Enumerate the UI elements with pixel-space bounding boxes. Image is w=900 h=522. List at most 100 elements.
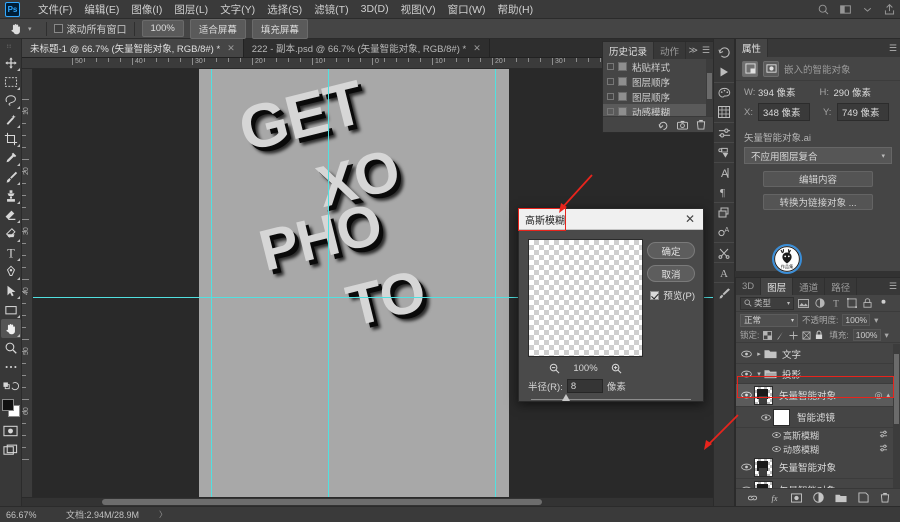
close-icon[interactable]: ✕ bbox=[473, 43, 481, 54]
swatches-icon[interactable] bbox=[714, 102, 734, 122]
tab-paths[interactable]: 路径 bbox=[825, 278, 858, 295]
vertical-ruler[interactable]: 10 20 30 40 50 60 bbox=[22, 69, 33, 506]
tab-channels[interactable]: 通道 bbox=[793, 278, 826, 295]
panel-menu-icon[interactable]: ☰ bbox=[889, 39, 900, 57]
history-item[interactable]: 图层顺序 bbox=[603, 74, 713, 89]
scissors-icon[interactable] bbox=[714, 242, 734, 262]
blending-options-icon[interactable] bbox=[879, 444, 888, 454]
smart-filters-row[interactable]: 智能滤镜 bbox=[736, 407, 893, 428]
layer-group-text[interactable]: ▸ 文字 bbox=[736, 344, 893, 364]
history-item[interactable]: 粘贴样式 bbox=[603, 59, 713, 74]
x-input[interactable]: 348 像素 bbox=[758, 103, 810, 121]
visibility-icon[interactable] bbox=[739, 350, 754, 358]
lock-artboard-icon[interactable] bbox=[802, 330, 811, 340]
blur-preview[interactable] bbox=[528, 239, 643, 357]
convert-to-linked-button[interactable]: 转换为链接对象 ... bbox=[763, 194, 873, 210]
menu-help[interactable]: 帮助(H) bbox=[492, 0, 540, 19]
dialog-titlebar[interactable]: 高斯模糊 ✕ bbox=[519, 209, 703, 230]
filter-smart-object-icon[interactable] bbox=[861, 297, 874, 310]
menu-window[interactable]: 窗口(W) bbox=[442, 0, 492, 19]
brush-settings-icon[interactable] bbox=[714, 282, 734, 302]
twirl-icon[interactable]: ▴ bbox=[886, 391, 890, 399]
blend-mode-select[interactable]: 正常 ▾ bbox=[740, 313, 798, 327]
hand-tool[interactable] bbox=[0, 319, 21, 338]
history-item[interactable]: 图层顺序 bbox=[603, 89, 713, 104]
foreground-color-swatch[interactable] bbox=[1, 399, 14, 411]
layer-thumbnail[interactable] bbox=[754, 385, 773, 405]
layer-comps-icon[interactable] bbox=[714, 202, 734, 222]
lock-image-icon[interactable] bbox=[776, 331, 785, 340]
visibility-icon[interactable] bbox=[739, 370, 754, 378]
ok-button[interactable]: 确定 bbox=[647, 242, 695, 259]
camera-icon[interactable] bbox=[677, 120, 688, 130]
menu-view[interactable]: 视图(V) bbox=[395, 0, 442, 19]
chevron-down-icon[interactable]: ▾ bbox=[885, 330, 889, 341]
actions-play-icon[interactable] bbox=[714, 62, 734, 82]
brush-tool[interactable] bbox=[1, 167, 21, 186]
clone-stamp-tool[interactable] bbox=[1, 186, 21, 205]
fx-icon[interactable]: fx bbox=[769, 493, 780, 503]
history-snapshot-checkbox[interactable] bbox=[607, 78, 614, 85]
gaussian-blur-dialog[interactable]: 高斯模糊 ✕ 100% 半径(R): 8 像素 确定 取消 预览(P) bbox=[518, 208, 704, 402]
panel-grip-icon[interactable] bbox=[6, 43, 16, 49]
history-scrollbar[interactable] bbox=[706, 59, 713, 116]
layer-list[interactable]: ▸ 文字 ▾ 投影 矢量智能对象 ◎ ▴ 智能滤镜 高斯模糊 动感模糊 矢量智能… bbox=[736, 344, 893, 488]
eyedropper-tool[interactable] bbox=[1, 148, 21, 167]
twirl-icon[interactable]: ▾ bbox=[754, 370, 764, 378]
mask-properties-icon[interactable] bbox=[763, 60, 779, 77]
cancel-button[interactable]: 取消 bbox=[647, 265, 695, 282]
smart-filter-icon[interactable]: ◎ bbox=[875, 390, 883, 401]
layer-row-selected[interactable]: 矢量智能对象 ◎ ▴ bbox=[736, 384, 893, 407]
workspace-icon[interactable] bbox=[839, 3, 852, 16]
menu-3d[interactable]: 3D(D) bbox=[355, 1, 395, 17]
tab-properties[interactable]: 属性 bbox=[736, 39, 769, 57]
smart-filter-motion-blur[interactable]: 动感模糊 bbox=[736, 442, 893, 456]
quick-mask-icon[interactable] bbox=[1, 421, 21, 440]
character-icon[interactable]: A bbox=[714, 162, 734, 182]
eraser-tool[interactable] bbox=[1, 205, 21, 224]
chevron-down-icon[interactable]: ▾ bbox=[874, 315, 878, 326]
blending-options-icon[interactable] bbox=[879, 430, 888, 440]
path-selection-tool[interactable] bbox=[1, 281, 21, 300]
close-icon[interactable]: ✕ bbox=[227, 43, 235, 54]
trash-icon[interactable] bbox=[696, 119, 706, 130]
group-icon[interactable] bbox=[834, 493, 847, 503]
scroll-all-windows-checkbox[interactable]: 滚动所有窗口 bbox=[53, 21, 127, 36]
filter-type-text-icon[interactable]: T bbox=[829, 297, 842, 310]
styles-icon[interactable] bbox=[714, 142, 734, 162]
pen-tool[interactable] bbox=[1, 262, 21, 281]
layer-group-shadow[interactable]: ▾ 投影 bbox=[736, 364, 893, 384]
tab-actions[interactable]: 动作 bbox=[654, 42, 687, 59]
chevron-down-icon[interactable] bbox=[861, 3, 874, 16]
history-snapshot-checkbox[interactable] bbox=[607, 63, 614, 70]
opacity-value[interactable]: 100% bbox=[842, 314, 871, 326]
share-icon[interactable] bbox=[883, 3, 896, 16]
radius-slider-track[interactable] bbox=[531, 399, 691, 400]
filter-type-select[interactable]: 类型 ▾ bbox=[740, 296, 794, 310]
guide-vertical[interactable] bbox=[211, 69, 212, 506]
menu-layer[interactable]: 图层(L) bbox=[168, 0, 214, 19]
visibility-icon[interactable] bbox=[739, 463, 754, 471]
visibility-icon[interactable] bbox=[739, 391, 754, 399]
color-swatches[interactable] bbox=[1, 398, 21, 418]
guide-vertical[interactable] bbox=[328, 69, 329, 506]
tab-history[interactable]: 历史记录 bbox=[603, 42, 655, 59]
document-tab-2[interactable]: 222 - 副本.psd @ 66.7% (矢量智能对象, RGB/8#) * … bbox=[244, 39, 490, 57]
gradient-tool[interactable] bbox=[1, 224, 21, 243]
avatar[interactable]: 作品集 bbox=[772, 244, 802, 274]
color-icon[interactable] bbox=[714, 82, 734, 102]
menu-filter[interactable]: 滤镜(T) bbox=[308, 0, 354, 19]
crop-tool[interactable] bbox=[1, 129, 21, 148]
shape-tool[interactable] bbox=[1, 300, 21, 319]
zoom-in-icon[interactable] bbox=[611, 363, 622, 374]
menu-image[interactable]: 图像(I) bbox=[125, 0, 168, 19]
link-icon[interactable] bbox=[747, 494, 758, 502]
radius-slider-thumb[interactable] bbox=[562, 394, 570, 401]
fill-value[interactable]: 100% bbox=[852, 329, 881, 341]
zoom-100-button[interactable]: 100% bbox=[141, 20, 184, 37]
new-layer-icon[interactable] bbox=[857, 492, 869, 503]
delete-icon[interactable] bbox=[880, 492, 890, 503]
tool-preset-caret-icon[interactable]: ▾ bbox=[28, 25, 32, 33]
glyphs-icon[interactable]: A bbox=[714, 222, 734, 242]
fill-screen-button[interactable]: 填充屏幕 bbox=[251, 18, 308, 39]
